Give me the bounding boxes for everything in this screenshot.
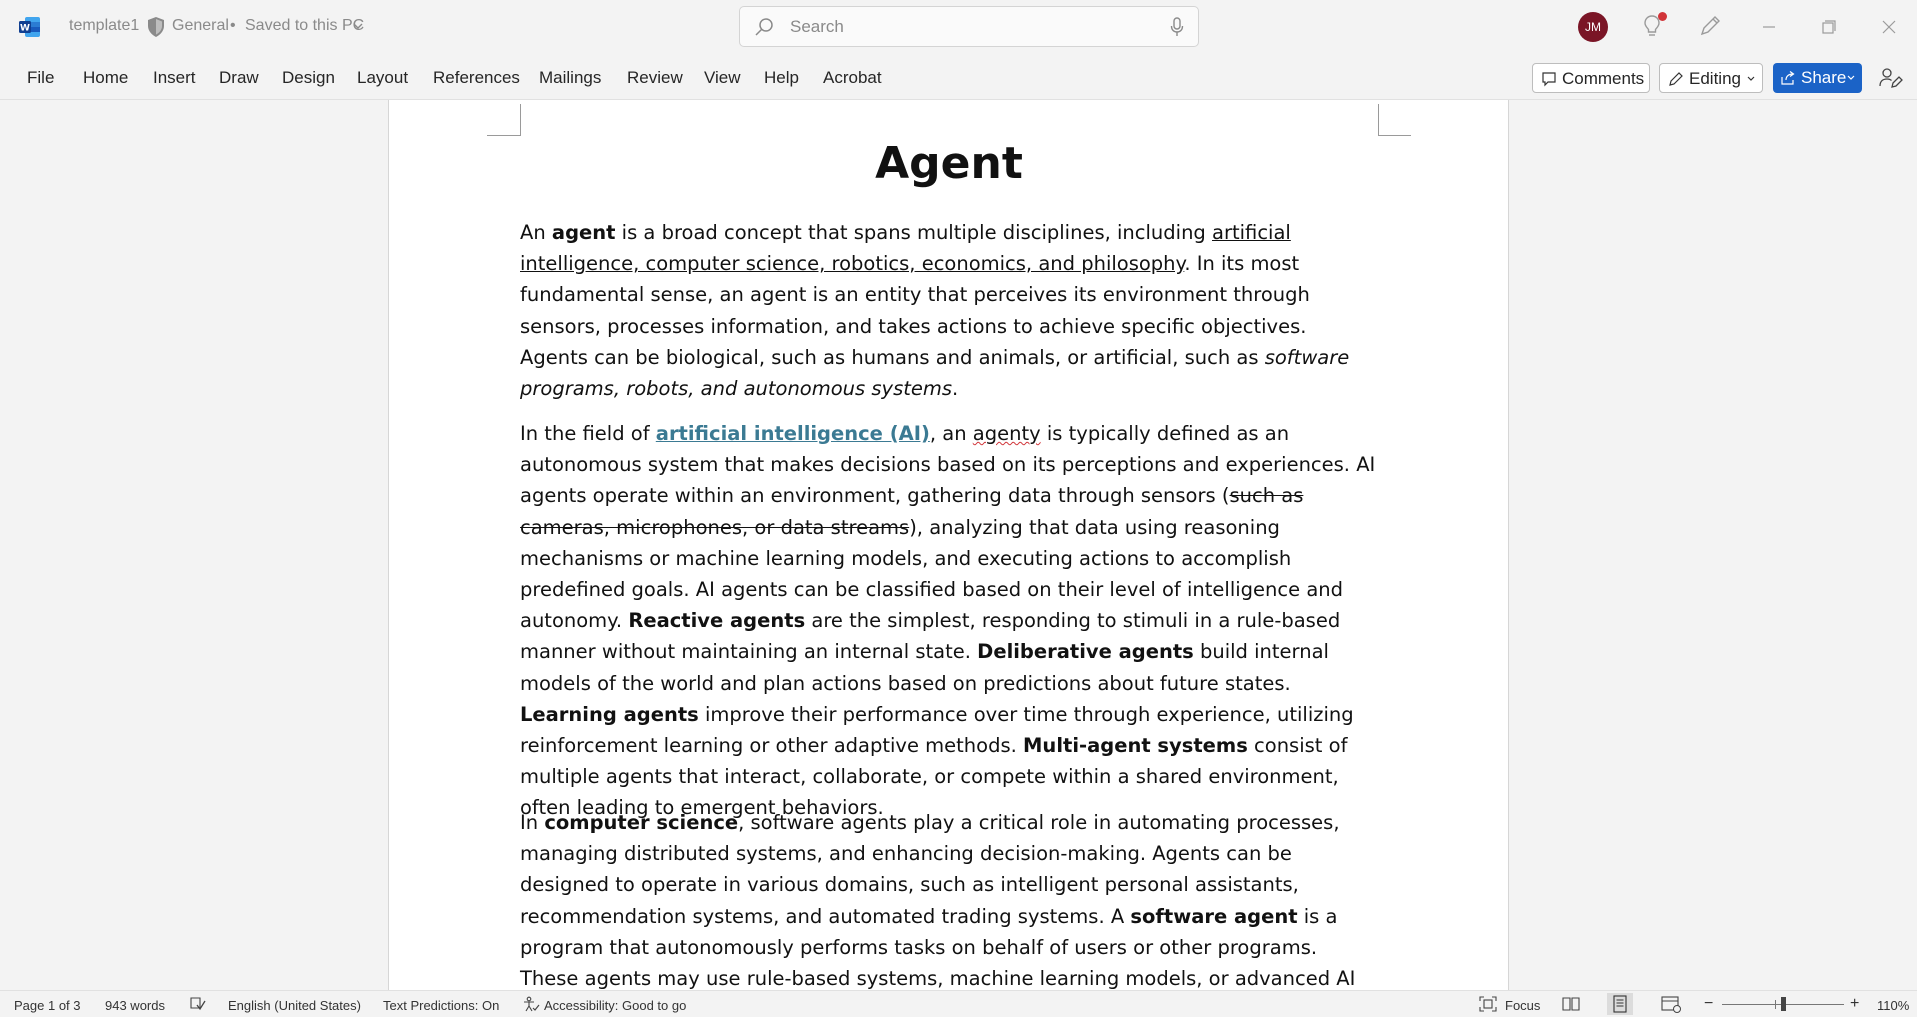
language-status[interactable]: English (United States) [228, 998, 361, 1013]
text-run: is a broad concept that spans multiple d… [615, 221, 1213, 244]
crop-mark [487, 135, 520, 136]
bold-text: Learning agents [520, 702, 699, 726]
crop-mark [1378, 104, 1379, 136]
word-count[interactable]: 943 words [105, 998, 165, 1013]
document-title[interactable]: Agent [520, 138, 1378, 189]
accessibility-status[interactable]: Accessibility: Good to go [544, 998, 686, 1013]
hyperlink-ai[interactable]: artificial intelligence (AI) [656, 422, 930, 445]
text-predictions-status[interactable]: Text Predictions: On [383, 998, 499, 1013]
share-button[interactable]: Share [1773, 63, 1862, 93]
zoom-out-button[interactable]: − [1704, 995, 1713, 1013]
status-bar: Page 1 of 3 943 words English (United St… [0, 990, 1917, 1017]
editing-mode-button[interactable]: Editing [1659, 63, 1763, 93]
page-count[interactable]: Page 1 of 3 [14, 998, 81, 1013]
document-page[interactable]: Agent An agent is a broad concept that s… [388, 100, 1509, 990]
proofing-icon[interactable] [189, 996, 207, 1012]
paragraph-2[interactable]: In the field of artificial intelligence … [520, 418, 1380, 824]
word-app-icon: W [19, 17, 40, 37]
tab-acrobat[interactable]: Acrobat [823, 68, 882, 88]
editing-label: Editing [1689, 69, 1741, 88]
pencil-icon [1669, 72, 1683, 86]
chevron-down-icon [1847, 75, 1855, 80]
ribbon-tabs: File Home Insert Draw Design Layout Refe… [0, 54, 1917, 100]
close-icon[interactable] [1876, 14, 1902, 40]
coauthoring-icon[interactable] [1878, 65, 1904, 91]
tab-design[interactable]: Design [282, 68, 335, 88]
chevron-down-icon[interactable] [352, 20, 364, 32]
web-layout-icon[interactable] [1658, 993, 1684, 1015]
tab-draw[interactable]: Draw [219, 68, 259, 88]
tab-mailings[interactable]: Mailings [539, 68, 601, 88]
bold-text: Reactive agents [628, 609, 806, 633]
text-run: , an [929, 422, 973, 445]
shield-icon [148, 17, 164, 37]
comments-label: Comments [1562, 69, 1645, 88]
tab-view[interactable]: View [704, 68, 741, 88]
share-icon [1781, 71, 1795, 85]
crop-mark [520, 104, 521, 136]
text-run: In [520, 811, 545, 834]
document-canvas[interactable]: Agent An agent is a broad concept that s… [0, 100, 1917, 990]
svg-text:W: W [20, 24, 30, 34]
share-label: Share [1801, 68, 1847, 87]
paragraph-3[interactable]: In computer science, software agents pla… [520, 807, 1380, 990]
bold-text: Multi-agent systems [1023, 734, 1248, 758]
zoom-slider-thumb[interactable] [1781, 997, 1786, 1011]
crop-mark [1378, 135, 1411, 136]
document-name[interactable]: template1 [69, 17, 139, 35]
text-run: . [952, 377, 959, 401]
paragraph-1[interactable]: An agent is a broad concept that spans m… [520, 217, 1380, 404]
tab-home[interactable]: Home [83, 68, 128, 88]
zoom-slider-midmark [1775, 1000, 1776, 1009]
bold-text: agent [551, 221, 616, 244]
avatar[interactable]: JM [1578, 12, 1608, 42]
search-icon [755, 18, 773, 36]
accessibility-icon [524, 996, 540, 1012]
tab-references[interactable]: References [433, 68, 520, 88]
notification-dot [1658, 12, 1667, 21]
bold-text: Deliberative agents [977, 640, 1194, 664]
tab-file[interactable]: File [27, 68, 54, 88]
focus-icon [1479, 996, 1497, 1012]
print-layout-icon[interactable] [1607, 993, 1633, 1015]
minimize-icon[interactable] [1756, 14, 1782, 40]
chevron-down-icon [1747, 76, 1755, 81]
bold-text: software agent [1130, 904, 1298, 928]
tab-help[interactable]: Help [764, 68, 799, 88]
search-box[interactable]: Search [739, 6, 1199, 47]
tab-review[interactable]: Review [627, 68, 683, 88]
microphone-icon[interactable] [1170, 17, 1184, 37]
focus-button[interactable]: Focus [1505, 998, 1540, 1013]
comment-icon [1542, 72, 1556, 87]
restore-icon[interactable] [1816, 14, 1842, 40]
pen-icon[interactable] [1698, 14, 1722, 38]
text-run: An [520, 221, 552, 244]
read-mode-icon[interactable] [1558, 993, 1584, 1015]
save-status[interactable]: Saved to this PC [245, 17, 364, 35]
text-run: In the field of [520, 422, 656, 445]
sensitivity-label[interactable]: General [172, 17, 229, 35]
tab-insert[interactable]: Insert [153, 68, 196, 88]
bold-text: computer science [544, 811, 739, 834]
comments-button[interactable]: Comments [1532, 63, 1650, 93]
zoom-in-button[interactable]: + [1850, 995, 1859, 1013]
search-placeholder: Search [790, 17, 844, 36]
title-bar: W template1 General • Saved to this PC S… [0, 0, 1917, 54]
misspelled-word[interactable]: agenty [973, 422, 1041, 445]
zoom-level[interactable]: 110% [1877, 998, 1909, 1013]
tab-layout[interactable]: Layout [357, 68, 408, 88]
title-separator: • [230, 17, 236, 34]
